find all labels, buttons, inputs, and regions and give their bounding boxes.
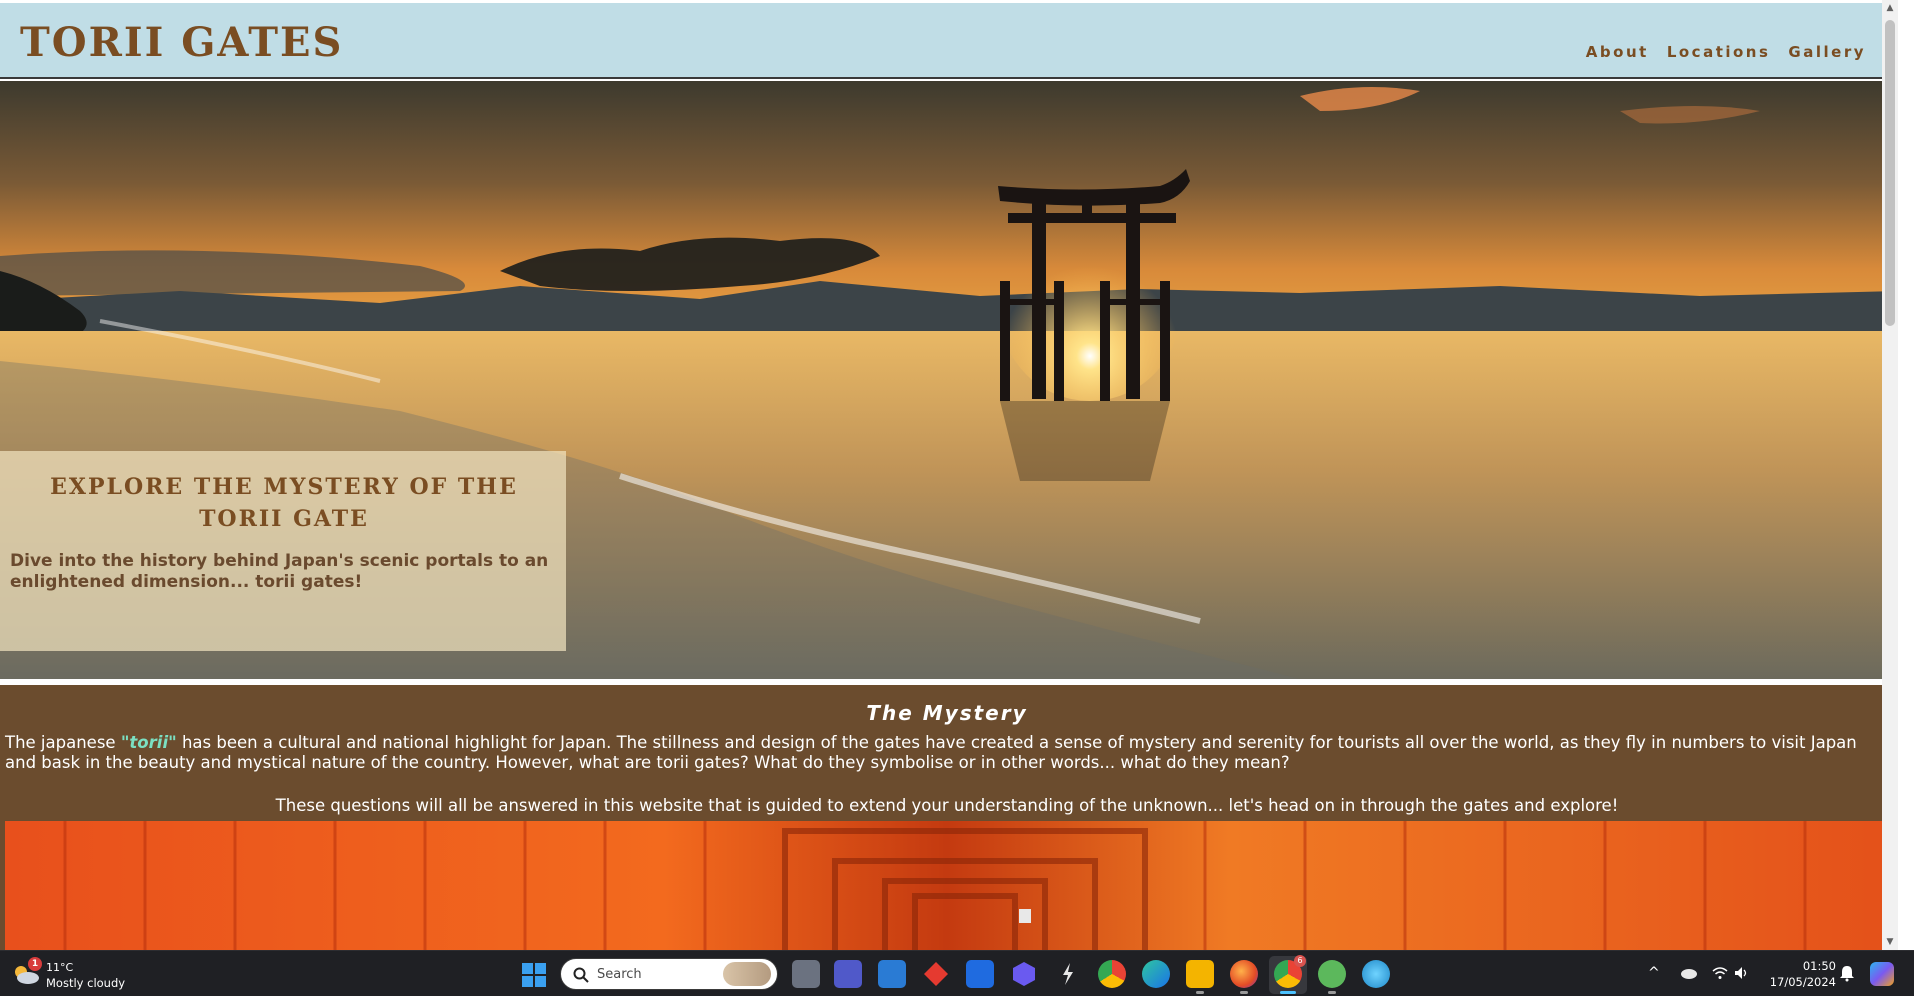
hero-subheading: Dive into the history behind Japan's sce… xyxy=(10,551,549,592)
clock-time: 01:50 xyxy=(1802,959,1836,973)
weather-temperature: 11°C xyxy=(46,961,74,974)
mystery-title: The Mystery xyxy=(866,701,1028,725)
blue-app-icon[interactable] xyxy=(1010,960,1038,988)
running-indicator xyxy=(1328,991,1336,994)
dropbox-icon[interactable] xyxy=(966,960,994,988)
red-app-icon[interactable] xyxy=(922,960,950,988)
mystery-cta-paragraph: These questions will all be answered in … xyxy=(275,796,1619,815)
site-header: TORII GATES About Locations Gallery xyxy=(0,3,1898,79)
active-indicator xyxy=(1280,991,1296,994)
chevron-up-icon[interactable]: ^ xyxy=(1648,965,1660,981)
windows-taskbar: 1 11°C Mostly cloudy Search 6 ^ 01:50 17… xyxy=(0,950,1914,996)
wifi-icon[interactable] xyxy=(1712,966,1728,980)
chrome-notification-badge: 6 xyxy=(1294,955,1306,967)
scroll-down-arrow-icon[interactable]: ▼ xyxy=(1882,934,1898,950)
edge-icon[interactable] xyxy=(1142,960,1170,988)
system-clock[interactable]: 01:50 17/05/2024 xyxy=(1760,958,1836,990)
onedrive-cloud-icon[interactable] xyxy=(1680,967,1698,979)
senbon-torii-image xyxy=(5,821,1889,950)
intro-text-rest: has been a cultural and national highlig… xyxy=(5,733,1857,772)
running-indicator xyxy=(1196,991,1204,994)
mystery-section: The Mystery The japanese "torii" has bee… xyxy=(0,685,1894,950)
scroll-thumb[interactable] xyxy=(1885,20,1895,326)
paint-icon[interactable] xyxy=(1362,960,1390,988)
volume-icon[interactable] xyxy=(1734,966,1750,980)
search-highlight-image xyxy=(723,962,771,986)
nav-locations-link[interactable]: Locations xyxy=(1667,43,1771,61)
copilot-icon[interactable] xyxy=(1870,962,1894,986)
main-nav: About Locations Gallery xyxy=(1586,43,1866,61)
search-icon xyxy=(573,967,589,983)
chrome-icon[interactable] xyxy=(1098,960,1126,988)
folder-icon[interactable] xyxy=(1186,960,1214,994)
search-placeholder: Search xyxy=(597,967,642,982)
torii-highlight: "torii" xyxy=(120,733,177,752)
firefox-icon[interactable] xyxy=(1230,960,1258,994)
scroll-up-arrow-icon[interactable]: ▲ xyxy=(1882,0,1898,16)
page-scrollbar[interactable]: ▲ ▼ xyxy=(1882,0,1898,950)
nav-about-link[interactable]: About xyxy=(1586,43,1649,61)
clock-date: 17/05/2024 xyxy=(1769,975,1836,989)
store-icon[interactable] xyxy=(878,960,906,988)
weather-condition: Mostly cloudy xyxy=(46,976,126,990)
hero-heading: EXPLORE THE MYSTERY OF THE TORII GATE xyxy=(50,474,518,532)
mystery-intro-paragraph: The japanese "torii" has been a cultural… xyxy=(5,733,1885,773)
weather-alert-badge: 1 xyxy=(28,957,42,971)
site-title[interactable]: TORII GATES xyxy=(20,19,343,66)
teams-icon[interactable] xyxy=(834,960,862,988)
weather-widget[interactable]: 1 11°C Mostly cloudy xyxy=(10,957,150,993)
nav-gallery-link[interactable]: Gallery xyxy=(1788,43,1866,61)
hero-caption-box: EXPLORE THE MYSTERY OF THE TORII GATE Di… xyxy=(0,451,566,651)
taskbar-search-box[interactable]: Search xyxy=(560,958,778,990)
intro-text-start: The japanese xyxy=(5,733,121,752)
hero-banner: EXPLORE THE MYSTERY OF THE TORII GATE Di… xyxy=(0,81,1898,679)
utorrent-icon[interactable] xyxy=(1318,960,1346,994)
notification-bell-icon[interactable] xyxy=(1838,964,1856,982)
browser-page: TORII GATES About Locations Gallery EXPL… xyxy=(0,0,1898,950)
task-view-icon[interactable] xyxy=(792,960,820,988)
dark-app-icon[interactable] xyxy=(1054,960,1082,988)
running-indicator xyxy=(1240,991,1248,994)
windows-start-icon[interactable] xyxy=(522,963,546,987)
chrome-profile-icon[interactable]: 6 xyxy=(1274,955,1306,994)
